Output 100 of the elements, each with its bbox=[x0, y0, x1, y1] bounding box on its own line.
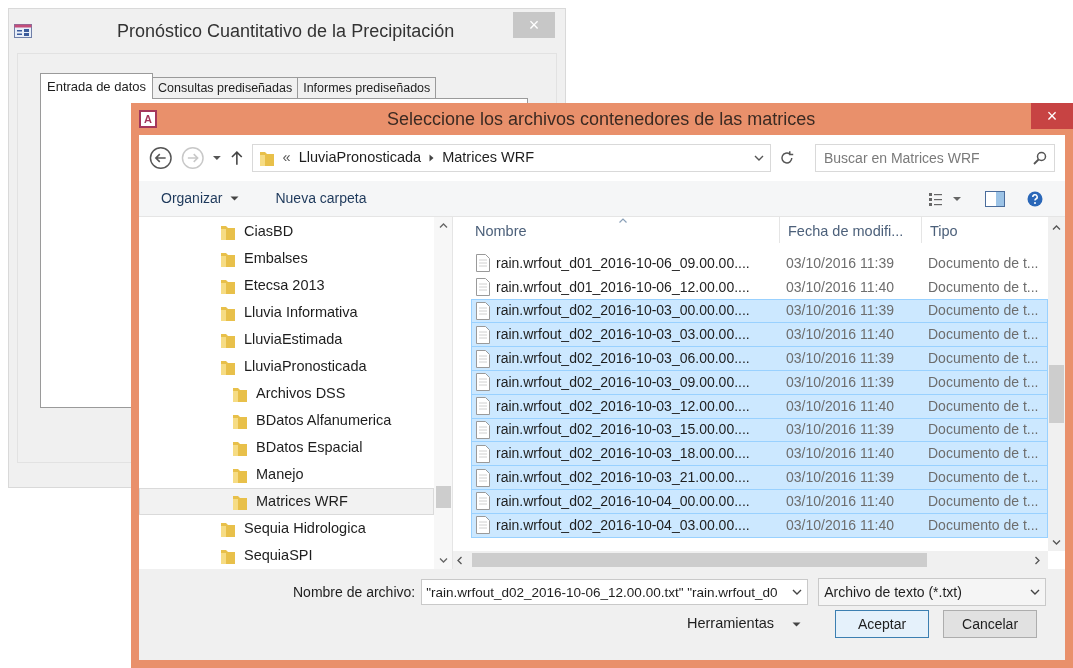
scroll-down-icon[interactable] bbox=[438, 558, 448, 563]
file-name: rain.wrfout_d02_2016-10-03_12.00.00.... bbox=[496, 396, 751, 416]
caret-icon[interactable] bbox=[792, 589, 803, 595]
chevron-icon[interactable] bbox=[429, 154, 435, 162]
file-row[interactable]: rain.wrfout_d01_2016-10-06_12.00.00.... 03/10/2016 11:40 Documento de t... bbox=[471, 274, 1048, 300]
modified-date: 03/10/2016 11:40 bbox=[785, 325, 895, 345]
modified-date: 03/10/2016 11:39 bbox=[785, 253, 895, 273]
file-row[interactable]: rain.wrfout_d02_2016-10-03_18.00.00.... 03/10/2016 11:40 Documento de t... bbox=[471, 441, 1048, 467]
search-icon bbox=[1033, 151, 1047, 165]
folder-tree-item[interactable]: LluviaPronosticada bbox=[139, 353, 434, 380]
file-name: rain.wrfout_d02_2016-10-04_03.00.00.... bbox=[496, 515, 751, 535]
column-header[interactable]: Nombre bbox=[475, 221, 527, 243]
folder-tree-item[interactable]: Etecsa 2013 bbox=[139, 272, 434, 299]
file-row[interactable]: rain.wrfout_d02_2016-10-03_00.00.00.... 03/10/2016 11:39 Documento de t... bbox=[471, 298, 1048, 324]
document-icon bbox=[476, 397, 490, 416]
file-type: Documento de t... bbox=[927, 277, 1039, 297]
dialog-title: Seleccione los archivos contenedores de las matrices bbox=[387, 107, 816, 131]
breadcrumb-item[interactable]: Matrices WRF bbox=[442, 147, 534, 169]
file-row[interactable]: rain.wrfout_d02_2016-10-04_03.00.00.... 03/10/2016 11:40 Documento de t... bbox=[471, 512, 1048, 538]
modified-date: 03/10/2016 11:40 bbox=[785, 277, 895, 297]
help-icon[interactable] bbox=[1027, 190, 1043, 207]
document-icon bbox=[476, 278, 490, 297]
file-name: rain.wrfout_d02_2016-10-03_21.00.00.... bbox=[496, 468, 751, 488]
folder-tree-item[interactable]: Lluvia Informativa bbox=[139, 299, 434, 326]
scrollbar-thumb[interactable] bbox=[1049, 365, 1064, 423]
caret-icon[interactable] bbox=[754, 155, 765, 161]
file-type: Documento de t... bbox=[927, 420, 1039, 440]
organize-menu-button[interactable]: Organizar bbox=[161, 188, 240, 209]
scroll-left-icon[interactable] bbox=[457, 555, 462, 565]
folder-tree-item[interactable]: CiasBD bbox=[139, 218, 434, 245]
column-header[interactable]: Tipo bbox=[930, 221, 958, 243]
filename-field[interactable]: "rain.wrfout_d02_2016-10-06_12.00.00.txt" "rain.wrfout_d0 bbox=[421, 579, 809, 605]
document-icon bbox=[476, 373, 490, 392]
file-name: rain.wrfout_d02_2016-10-03_06.00.00.... bbox=[496, 349, 751, 369]
search-field[interactable]: Buscar en Matrices WRF bbox=[815, 144, 1055, 172]
document-icon bbox=[476, 349, 490, 368]
document-icon bbox=[476, 492, 490, 511]
tab[interactable]: Consultas prediseñadas bbox=[152, 77, 299, 98]
form-icon bbox=[14, 24, 32, 38]
file-row[interactable]: rain.wrfout_d01_2016-10-06_09.00.00.... 03/10/2016 11:39 Documento de t... bbox=[471, 251, 1048, 276]
scroll-up-icon[interactable] bbox=[438, 223, 448, 228]
scroll-up-icon[interactable] bbox=[1052, 225, 1061, 230]
file-row[interactable]: rain.wrfout_d02_2016-10-03_06.00.00.... 03/10/2016 11:39 Documento de t... bbox=[471, 346, 1048, 371]
document-icon bbox=[476, 516, 490, 535]
folder-tree-item[interactable]: Matrices WRF bbox=[139, 488, 434, 515]
tab[interactable]: Entrada de datos bbox=[40, 73, 154, 99]
document-icon bbox=[476, 420, 490, 439]
modified-date: 03/10/2016 11:40 bbox=[785, 396, 895, 416]
document-icon bbox=[476, 325, 490, 344]
file-row[interactable]: rain.wrfout_d02_2016-10-03_03.00.00.... 03/10/2016 11:40 Documento de t... bbox=[471, 322, 1048, 348]
file-type-dropdown[interactable]: Archivo de texto (*.txt) bbox=[818, 578, 1047, 606]
breadcrumb-overflow[interactable]: « bbox=[282, 147, 291, 169]
folder-tree-item[interactable]: Archivos DSS bbox=[139, 380, 434, 407]
column-header[interactable]: Fecha de modifi... bbox=[788, 221, 904, 243]
horizontal-scrollbar[interactable] bbox=[453, 551, 1048, 569]
up-arrow-icon[interactable] bbox=[229, 150, 244, 166]
file-name: rain.wrfout_d01_2016-10-06_09.00.00.... bbox=[496, 253, 751, 273]
modified-date: 03/10/2016 11:40 bbox=[785, 515, 895, 535]
modified-date: 03/10/2016 11:39 bbox=[785, 349, 895, 369]
address-bar[interactable]: « LluviaPronosticada Matrices WRF bbox=[251, 144, 772, 172]
modified-date: 03/10/2016 11:39 bbox=[785, 468, 895, 488]
file-row[interactable]: rain.wrfout_d02_2016-10-04_00.00.00.... 03/10/2016 11:40 Documento de t... bbox=[471, 488, 1048, 514]
refresh-icon[interactable] bbox=[779, 150, 795, 166]
accept-button[interactable]: Aceptar bbox=[835, 610, 930, 638]
folder-tree-item[interactable]: LluviaEstimada bbox=[139, 326, 434, 353]
scrollbar-thumb[interactable] bbox=[472, 553, 927, 567]
window-title: Pronóstico Cuantitativo de la Precipitación bbox=[117, 19, 455, 43]
file-name: rain.wrfout_d02_2016-10-04_00.00.00.... bbox=[496, 491, 751, 511]
folder-tree-item[interactable]: Manejo bbox=[139, 461, 434, 488]
file-type: Documento de t... bbox=[927, 325, 1039, 345]
scroll-right-icon[interactable] bbox=[1035, 555, 1040, 565]
folder-tree-item[interactable]: BDatos Alfanumerica bbox=[139, 407, 434, 434]
file-type: Documento de t... bbox=[927, 468, 1039, 488]
preview-pane-icon[interactable] bbox=[985, 190, 1005, 207]
new-folder-button[interactable]: Nueva carpeta bbox=[275, 188, 367, 209]
folder-tree-item[interactable]: Embalses bbox=[139, 245, 434, 272]
file-name: rain.wrfout_d02_2016-10-03_03.00.00.... bbox=[496, 325, 751, 345]
breadcrumb-item[interactable]: LluviaPronosticada bbox=[298, 147, 422, 169]
caret-icon[interactable] bbox=[212, 155, 222, 161]
file-row[interactable]: rain.wrfout_d02_2016-10-03_09.00.00.... 03/10/2016 11:39 Documento de t... bbox=[471, 370, 1048, 395]
file-row[interactable]: rain.wrfout_d02_2016-10-03_21.00.00.... 03/10/2016 11:39 Documento de t... bbox=[471, 465, 1048, 490]
modified-date: 03/10/2016 11:40 bbox=[785, 444, 895, 464]
tab[interactable]: Informes prediseñados bbox=[297, 77, 437, 98]
folder-tree-item[interactable]: SequiaSPI bbox=[139, 542, 434, 569]
caret-icon bbox=[792, 621, 802, 627]
folder-tree-item[interactable]: BDatos Espacial bbox=[139, 434, 434, 461]
view-options-icon[interactable] bbox=[929, 191, 963, 206]
close-button[interactable]: × bbox=[1031, 103, 1073, 129]
file-name: rain.wrfout_d02_2016-10-03_15.00.00.... bbox=[496, 420, 751, 440]
cancel-button[interactable]: Cancelar bbox=[943, 610, 1038, 638]
folder-tree-item[interactable]: Sequia Hidrologica bbox=[139, 515, 434, 542]
scrollbar-thumb[interactable] bbox=[435, 486, 451, 508]
vertical-scrollbar[interactable] bbox=[1048, 217, 1065, 551]
document-icon bbox=[476, 444, 490, 463]
tools-menu-button[interactable]: Herramientas bbox=[687, 613, 802, 635]
scroll-down-icon[interactable] bbox=[1052, 540, 1061, 545]
vertical-scrollbar[interactable] bbox=[434, 217, 452, 569]
file-row[interactable]: rain.wrfout_d02_2016-10-03_12.00.00.... 03/10/2016 11:40 Documento de t... bbox=[471, 393, 1048, 419]
file-type: Documento de t... bbox=[927, 301, 1039, 321]
file-type: Documento de t... bbox=[927, 372, 1039, 392]
